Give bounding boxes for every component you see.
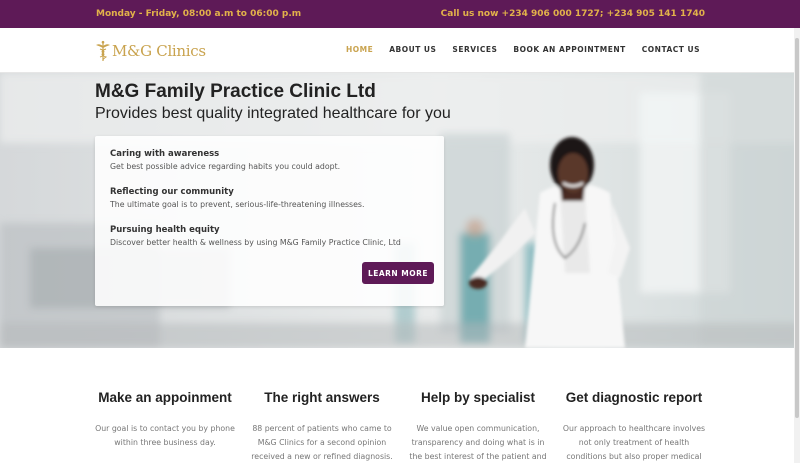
site-logo[interactable]: M&G Clinics	[95, 40, 206, 62]
feature-title: Pursuing health equity	[110, 225, 220, 235]
service-line: Our approach to healthcare involves	[562, 424, 706, 433]
top-info-bar: Monday - Friday, 08:00 a.m to 06:00 p.m …	[0, 0, 800, 28]
service-line: 88 percent of patients who came to	[252, 424, 392, 433]
page-scrollbar[interactable]	[794, 28, 800, 463]
service-column: Help by specialist We value open communi…	[403, 390, 553, 463]
scrollbar-thumb[interactable]	[795, 38, 799, 418]
feature-item: Caring with awareness Get best possible …	[110, 149, 340, 171]
nav-about-us[interactable]: ABOUT US	[389, 45, 436, 54]
learn-more-button[interactable]: LEARN MORE	[362, 262, 434, 284]
nav-home[interactable]: HOME	[346, 45, 373, 54]
site-header: M&G Clinics HOME ABOUT US SERVICES BOOK …	[0, 28, 800, 73]
hero-banner: M&G Family Practice Clinic Ltd Provides …	[0, 73, 800, 348]
service-column: Make an appoinment Our goal is to contac…	[90, 390, 240, 450]
feature-text: The ultimate goal is to prevent, serious…	[110, 200, 365, 209]
nav-services[interactable]: SERVICES	[452, 45, 497, 54]
feature-item: Reflecting our community The ultimate go…	[110, 187, 364, 209]
feature-text: Get best possible advice regarding habit…	[110, 162, 341, 171]
main-nav: HOME ABOUT US SERVICES BOOK AN APPOINTME…	[346, 45, 700, 54]
service-line: conditions but also proper medical	[566, 452, 702, 461]
hero-subtitle: Provides best quality integrated healthc…	[95, 105, 451, 122]
service-line: within three business day.	[114, 438, 216, 447]
service-column: The right answers 88 percent of patients…	[247, 390, 397, 463]
service-title: Help by specialist	[420, 390, 536, 405]
service-line: received a new or refined diagnosis.	[251, 452, 393, 461]
feature-text: Discover better health & wellness by usi…	[110, 238, 401, 247]
hero-title: M&G Family Practice Clinic Ltd	[95, 81, 376, 102]
feature-item: Pursuing health equity Discover better h…	[110, 225, 401, 247]
service-line: M&G Clinics for a second opinion	[257, 438, 387, 447]
service-title: Get diagnostic report	[565, 390, 703, 405]
service-line: transparency and doing what is in	[411, 438, 545, 447]
service-column: Get diagnostic report Our approach to he…	[559, 390, 709, 463]
service-title: The right answers	[264, 390, 380, 405]
feature-title: Reflecting our community	[110, 187, 234, 197]
logo-text: M&G Clinics	[112, 42, 206, 60]
service-line: Our goal is to contact you by phone	[95, 424, 235, 433]
service-line: We value open communication,	[416, 424, 540, 433]
service-title: Make an appoinment	[98, 390, 232, 405]
services-row: Make an appoinment Our goal is to contac…	[0, 348, 800, 463]
contact-phone[interactable]: Call us now +234 906 000 1727; +234 905 …	[441, 9, 705, 19]
service-line: the best interest of the patient and	[409, 452, 547, 461]
features-card: Caring with awareness Get best possible …	[95, 136, 444, 306]
opening-hours: Monday - Friday, 08:00 a.m to 06:00 p.m	[96, 9, 302, 19]
caduceus-icon	[96, 40, 110, 61]
service-line: not only treatment of health	[578, 438, 690, 447]
nav-contact-us[interactable]: CONTACT US	[642, 45, 700, 54]
feature-title: Caring with awareness	[110, 149, 220, 159]
nav-book-appointment[interactable]: BOOK AN APPOINTMENT	[513, 45, 625, 54]
